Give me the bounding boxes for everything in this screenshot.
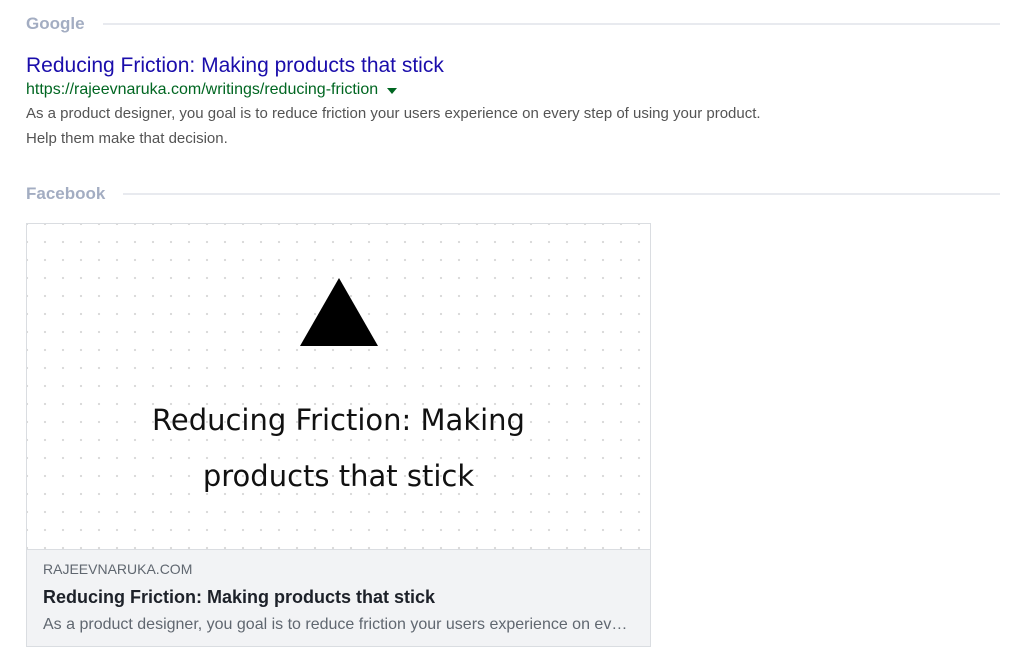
facebook-link-preview-card[interactable]: Reducing Friction: Making products that … xyxy=(26,223,651,647)
facebook-preview-title: Reducing Friction: Making products that … xyxy=(43,587,436,607)
facebook-preview-description: As a product designer, you goal is to re… xyxy=(43,616,634,633)
facebook-preview-meta: RAJEEVNARUKA.COM Reducing Friction: Maki… xyxy=(27,550,650,646)
preview-image-title: Reducing Friction: Making products that … xyxy=(152,403,525,493)
facebook-preview-image: Reducing Friction: Making products that … xyxy=(27,224,650,550)
triangle-logo-icon xyxy=(300,278,378,346)
facebook-section-label: Facebook xyxy=(26,184,106,203)
google-section-label: Google xyxy=(26,14,85,33)
facebook-section-header: Facebook xyxy=(26,184,1000,204)
google-result-url[interactable]: https://rajeevnaruka.com/writings/reduci… xyxy=(26,80,378,100)
section-divider xyxy=(102,23,1000,25)
caret-down-icon[interactable] xyxy=(387,88,398,94)
google-url-row: https://rajeevnaruka.com/writings/reduci… xyxy=(26,80,786,100)
facebook-preview-domain: RAJEEVNARUKA.COM xyxy=(43,561,193,577)
google-section-header: Google xyxy=(26,14,1000,34)
google-result-description: As a product designer, you goal is to re… xyxy=(26,105,761,147)
google-result-title-link[interactable]: Reducing Friction: Making products that … xyxy=(26,52,786,80)
section-divider xyxy=(123,193,1000,195)
google-search-preview: Reducing Friction: Making products that … xyxy=(26,52,786,151)
